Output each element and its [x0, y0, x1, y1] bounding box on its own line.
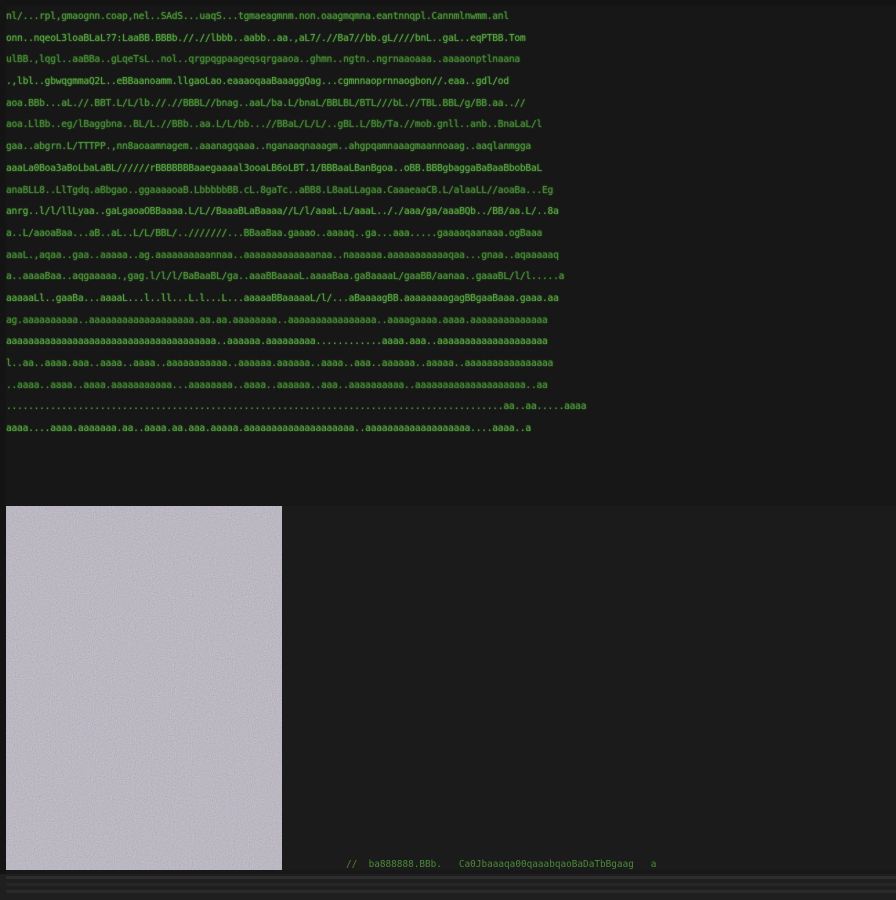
- bottom-bar: [0, 874, 896, 900]
- terminal-line: a..L/aaoaBaa...aB..aL..L/L/BBL/..///////…: [6, 227, 543, 239]
- terminal-line: aaaL.,aqaa..gaa..aaaaa..ag.aaaaaaaaaanna…: [6, 249, 559, 261]
- terminal-line: ..aaaa..aaaa..aaaa.aaaaaaaaaaa...aaaaaaa…: [6, 379, 548, 391]
- terminal-line: ag.aaaaaaaaaa..aaaaaaaaaaaaaaaaaaa.aa.aa…: [6, 314, 548, 326]
- terminal-line: nl/...rpl,gmaognn.coap,nel..SAdS...uaqS.…: [6, 11, 509, 22]
- noise-image: [6, 506, 282, 870]
- terminal-line: aaaaaLl..gaaBa...aaaaL...l..ll...L.l...L…: [6, 292, 559, 304]
- terminal-window: nl/...rpl,gmaognn.coap,nel..SAdS...uaqS.…: [6, 6, 896, 874]
- terminal-line: aaaLa0Boa3aBoLbaLaBL//////rBBBBBBBaaegaa…: [6, 162, 543, 174]
- bar-stripe: [6, 876, 896, 879]
- terminal-line: anrg..l/l/llLyaa..gaLgaoaOBBaaaa.L/L//Ba…: [6, 206, 559, 218]
- terminal-line: onn..nqeoL3loaBLaL?7:LaaBB.BBBb.//.//lbb…: [6, 32, 526, 44]
- bar-stripe: [6, 890, 896, 893]
- terminal-line: .,lbl..gbwqgmmaQ2L..eBBaanoamm.llgaoLao.…: [6, 76, 509, 88]
- terminal-line: aaaaaaaaaaaaaaaaaaaaaaaaaaaaaaaaaaaaaa..…: [6, 336, 548, 348]
- empty-pane: [282, 506, 896, 870]
- terminal-output: nl/...rpl,gmaognn.coap,nel..SAdS...uaqS.…: [6, 6, 896, 506]
- terminal-line: anaBLL8..LlTgdq.aBbgao..ggaaaaoaB.Lbbbbb…: [6, 184, 554, 196]
- bar-stripe: [6, 883, 896, 886]
- terminal-line: gaa..abgrn.L/TTTPP.,nn8aoaamnagem..aaana…: [6, 141, 531, 153]
- terminal-line: ulBB.,lqgl..aaBBa..gLqeTsL..nol..qrgpqgp…: [6, 54, 520, 66]
- terminal-line: aoa.BBb...aL.//.BBT.L/L/lb.//.//BBBL//bn…: [6, 97, 526, 109]
- terminal-line: ........................................…: [6, 401, 587, 413]
- status-text: // ba888888.BBb. Ca0Jbaaaqa00qaaabqaoBaD…: [346, 859, 657, 870]
- terminal-line: a..aaaaBaa..aqgaaaaa.,gag.l/l/l/BaBaaBL/…: [6, 271, 565, 283]
- terminal-line: l..aa..aaaa.aaa..aaaa..aaaa..aaaaaaaaaaa…: [6, 358, 554, 369]
- terminal-line: aoa.LlBb..eg/lBaggbna..BL/L.//BBb..aa.L/…: [6, 119, 543, 131]
- terminal-line: aaaa....aaaa.aaaaaaa.aa..aaaa.aa.aaa.aaa…: [6, 423, 531, 435]
